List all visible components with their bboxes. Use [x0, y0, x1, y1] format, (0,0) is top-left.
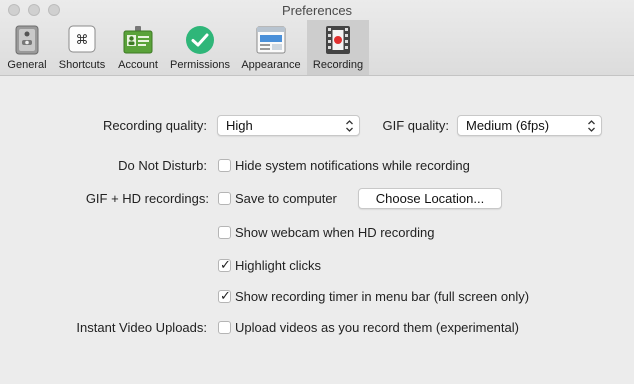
tab-general[interactable]: General	[4, 20, 50, 75]
tab-shortcuts[interactable]: ⌘ Shortcuts	[54, 20, 110, 75]
chevron-updown-icon	[345, 118, 354, 134]
tab-label: Recording	[312, 59, 364, 71]
tab-label: General	[7, 59, 47, 71]
recording-quality-select[interactable]: High	[217, 115, 360, 136]
recording-timer-checkbox[interactable]: ✓	[218, 288, 231, 303]
command-key-icon: ⌘	[66, 25, 98, 55]
show-webcam-checkbox[interactable]	[218, 226, 231, 239]
tab-account[interactable]: Account	[114, 20, 162, 75]
recording-timer-label: Show recording timer in menu bar (full s…	[235, 289, 530, 304]
window-title: Preferences	[281, 3, 353, 18]
highlight-clicks-label: Highlight clicks	[235, 258, 321, 273]
tab-label: Account	[118, 59, 158, 71]
gif-quality-value: Medium (6fps)	[466, 118, 550, 133]
gif-quality-label: GIF quality:	[382, 118, 449, 133]
highlight-clicks-checkbox[interactable]: ✓	[218, 257, 231, 272]
choose-location-button[interactable]: Choose Location...	[358, 188, 502, 209]
checkmark-badge-icon	[184, 25, 216, 55]
recording-quality-value: High	[226, 118, 253, 133]
show-webcam-label: Show webcam when HD recording	[235, 225, 435, 240]
tab-permissions[interactable]: Permissions	[166, 20, 234, 75]
hide-notifications-checkbox[interactable]	[218, 159, 231, 172]
id-card-icon	[122, 25, 154, 55]
chevron-updown-icon	[587, 118, 596, 134]
save-to-computer-label: Save to computer	[235, 191, 337, 206]
tab-label: Permissions	[170, 59, 230, 71]
window-layout-icon	[255, 25, 287, 55]
gif-quality-select[interactable]: Medium (6fps)	[457, 115, 602, 136]
gif-hd-recordings-label: GIF + HD recordings:	[85, 191, 209, 206]
tab-label: Shortcuts	[58, 59, 106, 71]
upload-while-recording-label: Upload videos as you record them (experi…	[235, 320, 519, 335]
svg-text:⌘: ⌘	[76, 33, 89, 48]
window-toolbar: Preferences General ⌘ Shortcuts Account …	[0, 0, 634, 76]
save-to-computer-checkbox[interactable]	[218, 192, 231, 205]
film-record-icon	[322, 25, 354, 55]
tab-recording[interactable]: Recording	[307, 20, 369, 75]
tab-label: Appearance	[241, 59, 301, 71]
instant-uploads-label: Instant Video Uploads:	[76, 320, 207, 335]
checkmark-icon: ✓	[220, 257, 231, 272]
upload-while-recording-checkbox[interactable]	[218, 321, 231, 334]
tab-appearance[interactable]: Appearance	[238, 20, 304, 75]
switch-icon	[11, 25, 43, 55]
recording-quality-label: Recording quality:	[102, 118, 207, 133]
do-not-disturb-label: Do Not Disturb:	[118, 158, 207, 173]
checkmark-icon: ✓	[220, 288, 231, 303]
hide-notifications-label: Hide system notifications while recordin…	[235, 158, 470, 173]
